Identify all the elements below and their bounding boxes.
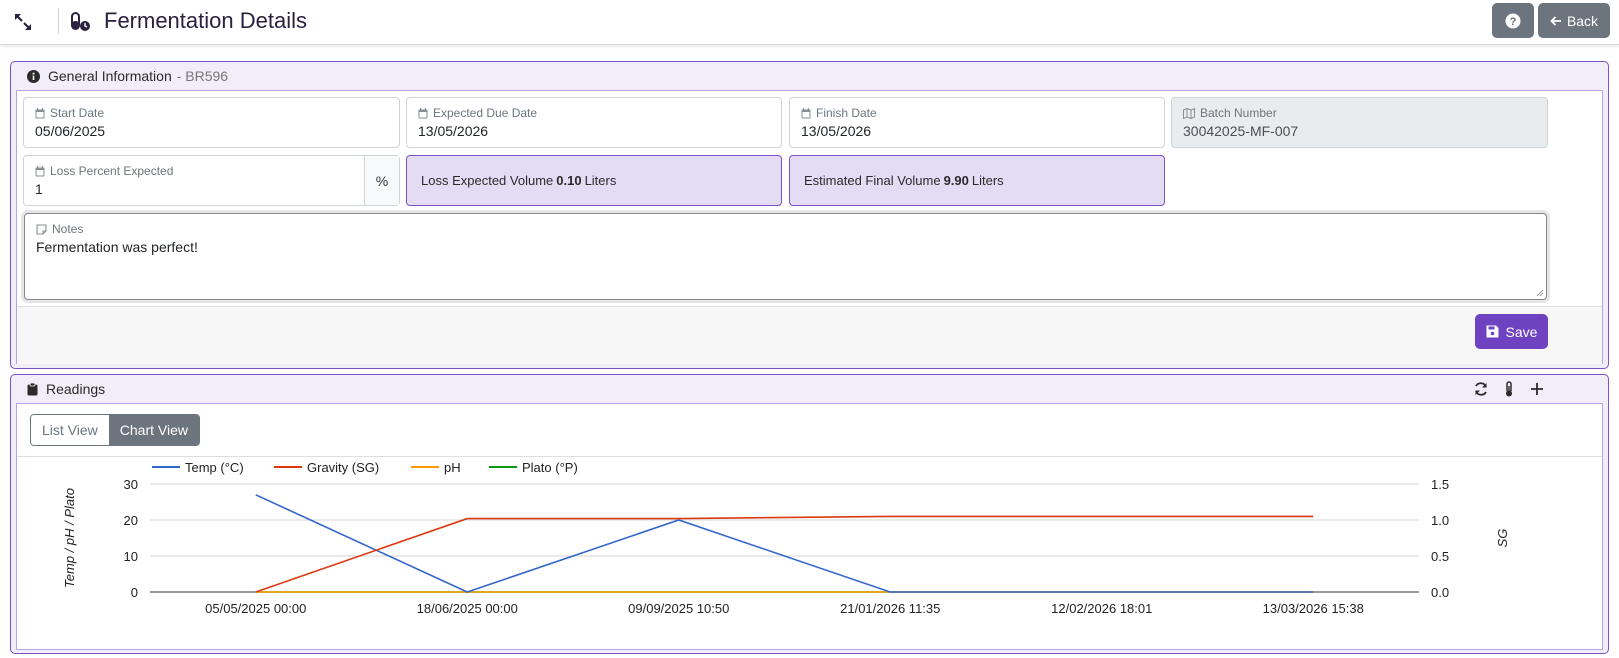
y2-axis-title: SG (1495, 529, 1510, 548)
y2-tick-label: 1.5 (1431, 477, 1449, 492)
due-date-label: Expected Due Date (433, 106, 538, 120)
view-toggle: List View Chart View (30, 414, 200, 446)
loss-percent-value: 1 (35, 181, 43, 197)
y-axis-title: Temp / pH / Plato (62, 488, 77, 588)
y-tick-label: 20 (124, 513, 138, 528)
save-button[interactable]: Save (1475, 314, 1548, 349)
notes-value: Fermentation was perfect! (36, 239, 198, 255)
map-icon (1183, 107, 1195, 119)
toolbar-separator (58, 8, 59, 34)
loss-percent-label: Loss Percent Expected (50, 164, 174, 178)
loss-volume-prefix: Loss Expected Volume (421, 173, 554, 188)
y2-tick-label: 1.0 (1431, 513, 1449, 528)
series-line-1 (255, 515, 1314, 593)
batch-number-value: 30042025-MF-007 (1183, 123, 1299, 139)
start-date-field[interactable]: Start Date 05/06/2025 (23, 97, 400, 148)
estimated-final-volume-box: Estimated Final Volume 9.90 Liters (789, 155, 1165, 206)
series-line-0 (255, 494, 1314, 593)
flask-icon (71, 12, 90, 31)
expand-icon[interactable] (12, 11, 34, 33)
readings-title: Readings (46, 381, 106, 397)
calendar-icon (418, 107, 428, 118)
finish-date-label-wrap: Finish Date (801, 106, 877, 120)
save-icon (1486, 325, 1499, 338)
final-volume-prefix: Estimated Final Volume (804, 173, 941, 188)
legend-label: pH (444, 460, 461, 475)
finish-date-value: 13/05/2026 (801, 123, 872, 139)
notes-textarea[interactable]: Notes Fermentation was perfect! (24, 213, 1547, 300)
batch-number-field: Batch Number 30042025-MF-007 (1171, 97, 1548, 148)
percent-addon: % (364, 156, 399, 205)
general-information-card: General Information - BR596 Start Date 0… (10, 61, 1609, 369)
x-tick-label: 05/05/2025 00:00 (205, 601, 306, 616)
due-date-value: 13/05/2026 (418, 123, 489, 139)
info-circle-icon (27, 69, 40, 83)
loss-expected-volume-box: Loss Expected Volume 0.10 Liters (406, 155, 782, 206)
help-button[interactable]: ? (1492, 3, 1534, 38)
question-icon: ? (1505, 13, 1521, 28)
readings-chart: 0 10 20 30 0.0 0.5 1.0 1.5 05/05/2025 00:00 18/06… (62, 460, 1510, 616)
x-tick-label: 09/09/2025 10:50 (628, 601, 729, 616)
list-view-button[interactable]: List View (31, 415, 109, 445)
due-date-label-wrap: Expected Due Date (418, 106, 537, 120)
loss-percent-label-wrap: Loss Percent Expected (35, 164, 173, 178)
legend-label: Temp (°C) (185, 460, 244, 475)
final-volume-unit: Liters (971, 173, 1004, 188)
start-date-value: 05/06/2025 (35, 123, 106, 139)
general-information-body: Start Date 05/06/2025 Expected Due Date … (16, 90, 1603, 364)
notes-label: Notes (52, 222, 84, 236)
top-bar: Fermentation Details ? Back (0, 0, 1619, 45)
loss-percent-field[interactable]: Loss Percent Expected 1 % (23, 155, 400, 206)
calendar-icon (801, 107, 811, 118)
y-tick-label: 30 (124, 477, 138, 492)
chart-view-button[interactable]: Chart View (108, 415, 199, 445)
clipboard-icon (27, 382, 38, 395)
y-tick-label: 10 (124, 549, 138, 564)
final-volume-value: 9.90 (943, 173, 969, 188)
x-tick-label: 21/01/2026 11:35 (840, 601, 940, 616)
calendar-icon (35, 107, 45, 118)
y-tick-label: 0 (131, 585, 138, 600)
finish-date-label: Finish Date (816, 106, 877, 120)
back-button[interactable]: Back (1538, 3, 1610, 38)
legend-label: Plato (°P) (522, 460, 578, 475)
general-information-header: General Information - BR596 (11, 62, 1608, 90)
batch-reference: - BR596 (176, 68, 229, 84)
batch-number-label-wrap: Batch Number (1183, 106, 1277, 120)
sticky-note-icon (36, 223, 47, 235)
expected-due-date-field[interactable]: Expected Due Date 13/05/2026 (406, 97, 782, 148)
x-tick-label: 13/03/2026 15:38 (1263, 601, 1364, 616)
loss-volume-unit: Liters (584, 173, 617, 188)
start-date-label-wrap: Start Date (35, 106, 104, 120)
loss-volume-value: 0.10 (556, 173, 582, 188)
arrow-left-icon (1550, 15, 1561, 26)
resize-handle-icon[interactable] (1536, 289, 1544, 297)
readings-header: Readings (11, 375, 1608, 403)
general-information-title: General Information (48, 68, 172, 84)
readings-card: Readings List View Chart View 0 10 20 30 0.0… (10, 374, 1609, 654)
x-tick-label: 18/06/2025 00:00 (417, 601, 518, 616)
back-label: Back (1566, 12, 1599, 29)
calendar-icon (35, 165, 45, 176)
readings-body: List View Chart View 0 10 20 30 0.0 0.5 1.0 1.5… (16, 403, 1603, 650)
save-label: Save (1505, 323, 1538, 340)
notes-label-wrap: Notes (36, 222, 83, 236)
y2-tick-label: 0.5 (1431, 549, 1449, 564)
batch-number-label: Batch Number (1200, 106, 1277, 120)
plus-icon[interactable] (1529, 381, 1545, 397)
refresh-icon[interactable] (1473, 381, 1489, 397)
thermometer-icon[interactable] (1501, 381, 1517, 397)
legend-label: Gravity (SG) (307, 460, 379, 475)
page-title: Fermentation Details (104, 8, 307, 33)
readings-divider (17, 456, 1602, 457)
start-date-label: Start Date (50, 106, 105, 120)
y2-tick-label: 0.0 (1431, 585, 1449, 600)
finish-date-field[interactable]: Finish Date 13/05/2026 (789, 97, 1165, 148)
svg-text:?: ? (1510, 16, 1517, 28)
general-footer: Save (17, 306, 1602, 364)
x-tick-label: 12/02/2026 18:01 (1051, 601, 1152, 616)
